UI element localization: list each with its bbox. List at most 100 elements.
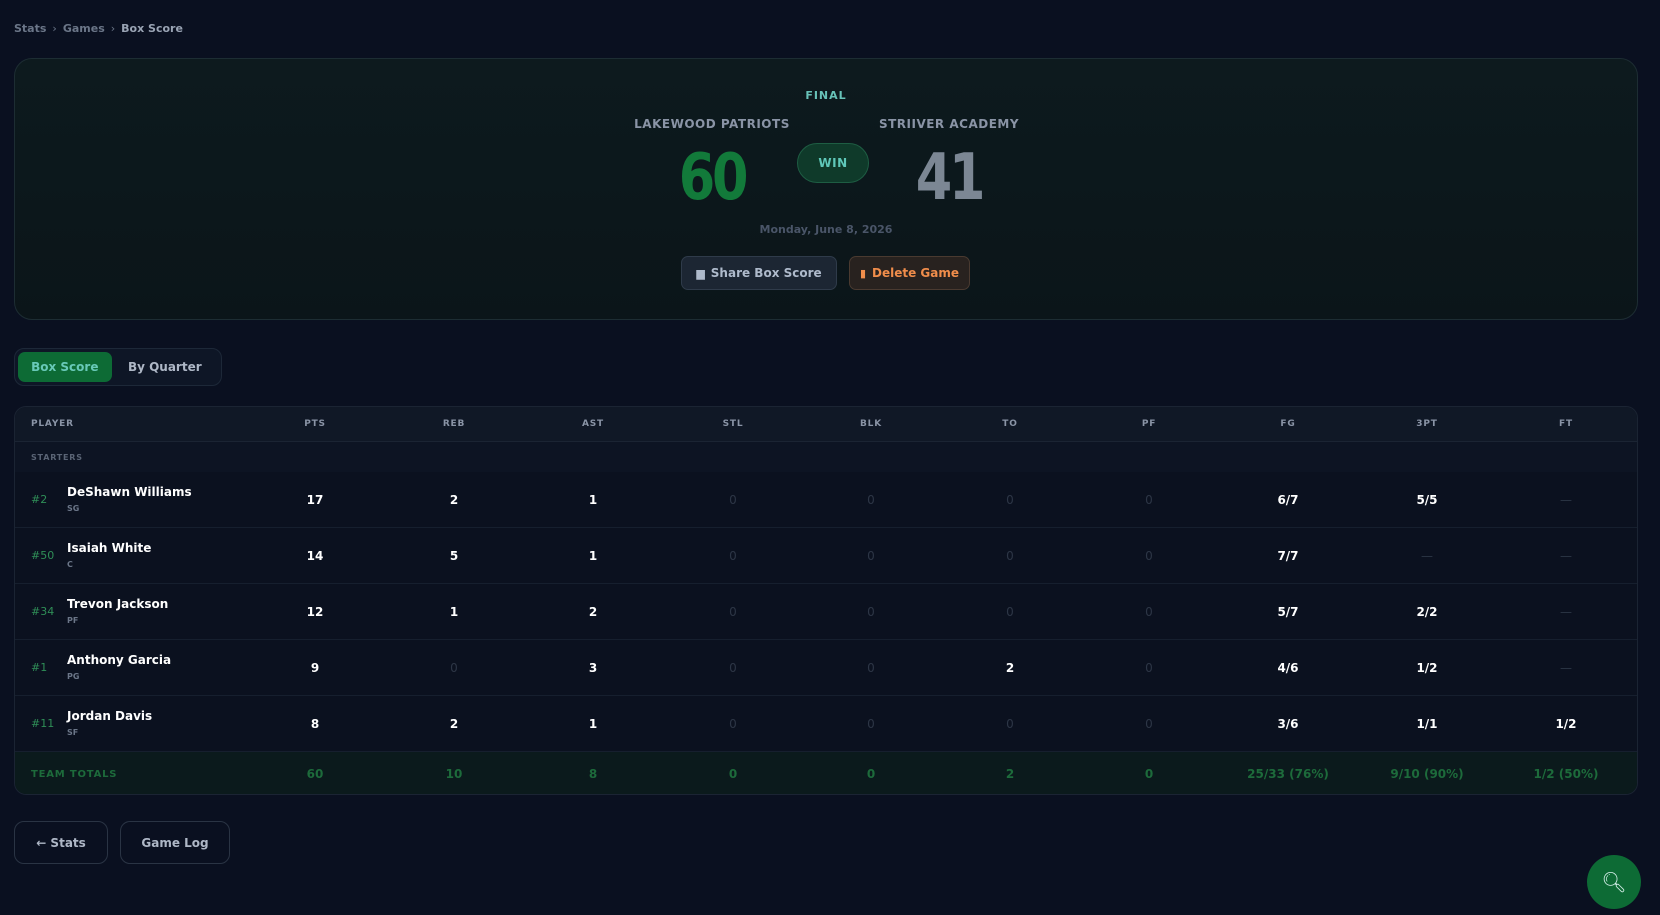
tab-by-quarter[interactable]: By Quarter (112, 352, 218, 382)
player-position: SF (67, 728, 79, 737)
stat-ft: — (1560, 604, 1572, 619)
column-header-stl[interactable]: STL (693, 407, 773, 441)
stat-3pt: 2/2 (1416, 604, 1438, 619)
table-row[interactable]: #11 Jordan Davis SF 8 2 1 0 0 0 0 3/6 1/… (15, 696, 1637, 752)
stat-stl: 0 (729, 660, 737, 675)
stat-fg: 3/6 (1277, 716, 1299, 731)
breadcrumb-box-score: Box Score (121, 22, 183, 35)
stat-stl: 0 (729, 604, 737, 619)
stat-blk: 0 (867, 604, 875, 619)
player-number: #50 (31, 549, 55, 562)
trash-icon: ▮ (859, 266, 867, 280)
player-position: PG (67, 672, 80, 681)
table-row[interactable]: #34 Trevon Jackson PF 12 1 2 0 0 0 0 5/7… (15, 584, 1637, 640)
stat-ft: 1/2 (1555, 716, 1577, 731)
player-name[interactable]: Isaiah White (67, 541, 151, 555)
player-name[interactable]: Anthony Garcia (67, 653, 171, 667)
breadcrumb-separator: › (110, 22, 116, 35)
home-team-name: LAKEWOOD PATRIOTS (634, 117, 790, 131)
stat-blk: 0 (867, 716, 875, 731)
table-row[interactable]: #50 Isaiah White C 14 5 1 0 0 0 0 7/7 — … (15, 528, 1637, 584)
table-row[interactable]: #2 DeShawn Williams SG 17 2 1 0 0 0 0 6/… (15, 472, 1637, 528)
stat-blk: 0 (867, 660, 875, 675)
team-totals-row: TEAM TOTALS 60 10 8 0 0 2 0 25/33 (76%) … (15, 752, 1637, 794)
section-label: STARTERS (31, 452, 83, 462)
total-fg: 25/33 (76%) (1247, 767, 1329, 781)
away-score: 41 (915, 141, 986, 215)
total-reb: 10 (445, 767, 463, 781)
player-number: #34 (31, 605, 55, 618)
player-name[interactable]: Trevon Jackson (67, 597, 168, 611)
column-header-pf[interactable]: PF (1109, 407, 1189, 441)
stat-reb: 1 (449, 604, 459, 619)
player-position: C (67, 560, 73, 569)
stat-pts: 9 (310, 660, 320, 675)
stat-pf: 0 (1145, 716, 1153, 731)
column-header-ast[interactable]: AST (553, 407, 633, 441)
column-header-blk[interactable]: BLK (831, 407, 911, 441)
breadcrumb: Stats › Games › Box Score (14, 22, 183, 35)
stat-fg: 7/7 (1277, 548, 1299, 563)
game-summary-card: FINAL LAKEWOOD PATRIOTS STRIIVER ACADEMY… (14, 58, 1638, 320)
stat-ft: — (1560, 548, 1572, 563)
delete-game-button[interactable]: ▮ Delete Game (849, 256, 970, 290)
stat-3pt: 1/2 (1416, 660, 1438, 675)
share-button-label: Share Box Score (710, 266, 822, 280)
stat-pts: 8 (310, 716, 320, 731)
stat-reb: 2 (449, 716, 459, 731)
stat-reb: 5 (449, 548, 459, 563)
column-header-pts[interactable]: PTS (275, 407, 355, 441)
stat-to: 0 (1006, 716, 1014, 731)
stat-ft: — (1560, 660, 1572, 675)
totals-label: TEAM TOTALS (31, 768, 118, 780)
stat-ft: — (1560, 492, 1572, 507)
stat-ast: 1 (588, 492, 598, 507)
player-name[interactable]: DeShawn Williams (67, 485, 192, 499)
player-number: #11 (31, 717, 55, 730)
player-position: PF (67, 616, 79, 625)
delete-button-label: Delete Game (872, 266, 960, 280)
total-pf: 0 (1144, 767, 1154, 781)
stat-pf: 0 (1145, 604, 1153, 619)
stat-to: 0 (1006, 548, 1014, 563)
stat-to: 0 (1006, 492, 1014, 507)
table-row[interactable]: #1 Anthony Garcia PG 9 0 3 0 0 2 0 4/6 1… (15, 640, 1637, 696)
stat-pf: 0 (1145, 492, 1153, 507)
total-pts: 60 (306, 767, 324, 781)
stat-ast: 1 (588, 548, 598, 563)
game-date: Monday, June 8, 2026 (759, 223, 893, 236)
share-box-score-button[interactable]: ▆ Share Box Score (681, 256, 837, 290)
total-to: 2 (1005, 767, 1015, 781)
column-header-ft[interactable]: FT (1526, 407, 1606, 441)
column-header-3pt[interactable]: 3PT (1387, 407, 1467, 441)
stat-ast: 3 (588, 660, 598, 675)
table-header-row: PLAYER PTS REB AST STL BLK TO PF FG 3PT … (15, 407, 1637, 442)
stat-stl: 0 (729, 548, 737, 563)
stat-3pt: 5/5 (1416, 492, 1438, 507)
breadcrumb-stats[interactable]: Stats (14, 22, 46, 35)
total-stl: 0 (728, 767, 738, 781)
player-name[interactable]: Jordan Davis (67, 709, 152, 723)
game-log-button[interactable]: Game Log (120, 821, 230, 864)
column-header-reb[interactable]: REB (414, 407, 494, 441)
home-score: 60 (678, 141, 749, 215)
search-fab-button[interactable]: 🔍︎ (1587, 855, 1641, 909)
column-header-fg[interactable]: FG (1248, 407, 1328, 441)
document-icon: ▆ (696, 266, 705, 280)
tab-box-score[interactable]: Box Score (18, 352, 112, 382)
breadcrumb-games[interactable]: Games (63, 22, 105, 35)
stat-pts: 12 (306, 604, 324, 619)
section-row-starters: STARTERS (15, 442, 1637, 472)
column-header-to[interactable]: TO (970, 407, 1050, 441)
stat-ast: 2 (588, 604, 598, 619)
column-header-player[interactable]: PLAYER (31, 407, 151, 441)
stat-pts: 17 (306, 492, 324, 507)
breadcrumb-separator: › (52, 22, 57, 35)
stat-fg: 5/7 (1277, 604, 1299, 619)
back-to-stats-button[interactable]: ← Stats (14, 821, 108, 864)
stat-to: 2 (1005, 660, 1015, 675)
total-blk: 0 (866, 767, 876, 781)
stat-fg: 6/7 (1277, 492, 1299, 507)
stat-blk: 0 (867, 492, 875, 507)
stat-ast: 1 (588, 716, 598, 731)
